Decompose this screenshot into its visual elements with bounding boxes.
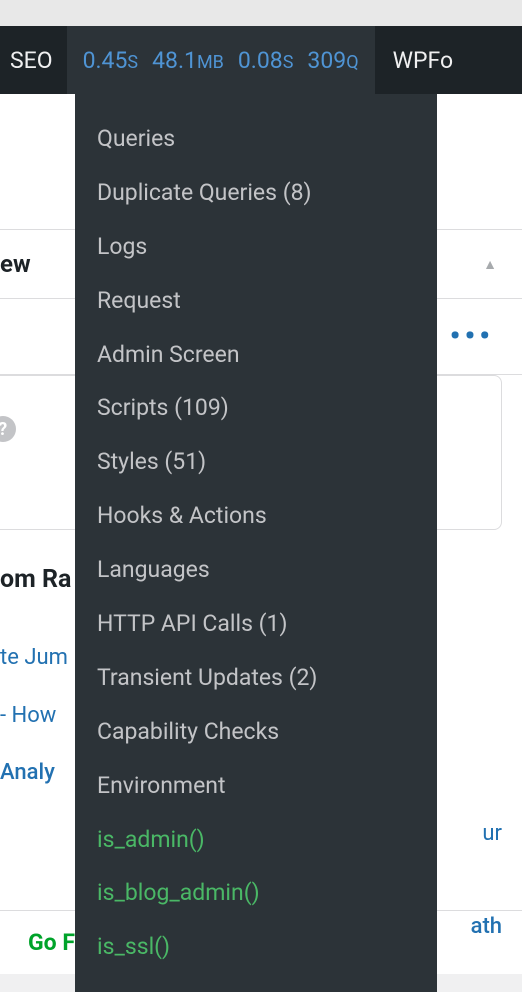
dropdown-item-transient-updates[interactable]: Transient Updates (2)	[75, 651, 437, 705]
content-box-label: t ?	[0, 414, 16, 444]
qm-query-count: 309Q	[307, 47, 358, 74]
admin-bar-wpforms[interactable]: WPFo	[375, 26, 468, 94]
dropdown-item-is-ssl[interactable]: is_ssl()	[75, 920, 437, 974]
dropdown-item-scripts[interactable]: Scripts (109)	[75, 381, 437, 435]
dropdown-item-duplicate-queries[interactable]: Duplicate Queries (8)	[75, 166, 437, 220]
dropdown-item-http-api-calls[interactable]: HTTP API Calls (1)	[75, 597, 437, 651]
query-monitor-dropdown: Queries Duplicate Queries (8) Logs Reque…	[75, 94, 437, 992]
qm-time: 0.45S	[83, 47, 139, 74]
dropdown-item-capability-checks[interactable]: Capability Checks	[75, 705, 437, 759]
admin-bar: SEO 0.45S 48.1MB 0.08S 309Q WPFo	[0, 26, 522, 94]
dropdown-item-queries[interactable]: Queries	[75, 112, 437, 166]
dropdown-item-is-admin[interactable]: is_admin()	[75, 813, 437, 867]
dropdown-item-logs[interactable]: Logs	[75, 220, 437, 274]
admin-bar-seo[interactable]: SEO	[0, 26, 67, 94]
qm-db-time: 0.08S	[238, 47, 294, 74]
column-header[interactable]: ew	[0, 250, 31, 278]
dropdown-item-request[interactable]: Request	[75, 274, 437, 328]
query-monitor-bar[interactable]: 0.45S 48.1MB 0.08S 309Q	[67, 26, 375, 94]
dropdown-item-is-blog-admin[interactable]: is_blog_admin()	[75, 866, 437, 920]
sort-ascending-icon[interactable]: ▲	[483, 256, 522, 273]
more-actions-icon[interactable]: •••	[450, 319, 522, 354]
dropdown-item-styles[interactable]: Styles (51)	[75, 435, 437, 489]
dropdown-item-environment[interactable]: Environment	[75, 759, 437, 813]
help-icon[interactable]: ?	[0, 416, 16, 442]
dropdown-item-admin-screen[interactable]: Admin Screen	[75, 328, 437, 382]
dropdown-item-hooks-actions[interactable]: Hooks & Actions	[75, 489, 437, 543]
qm-memory: 48.1MB	[152, 47, 224, 74]
dropdown-item-languages[interactable]: Languages	[75, 543, 437, 597]
